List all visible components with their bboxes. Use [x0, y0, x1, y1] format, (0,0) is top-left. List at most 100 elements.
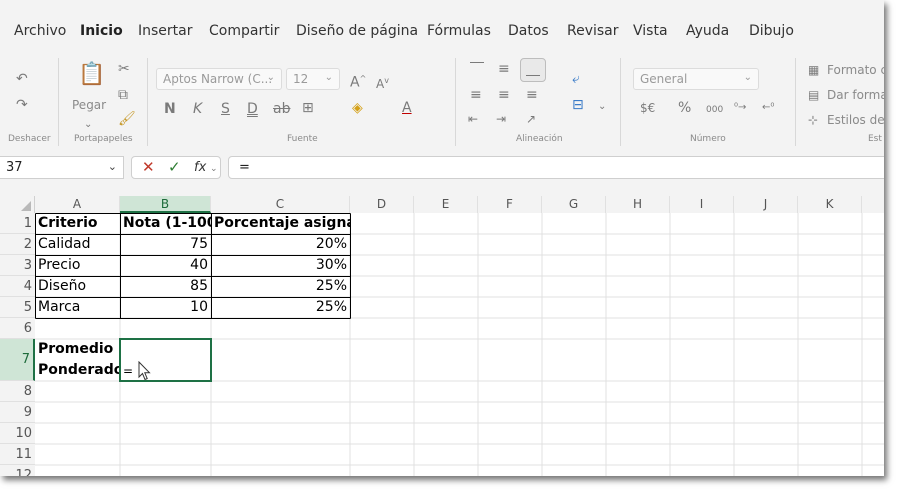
increase-indent-icon[interactable]: ⇥: [496, 112, 506, 126]
align-right-icon[interactable]: ≡: [526, 88, 538, 102]
cell-a3[interactable]: Precio: [35, 255, 120, 276]
font-size-dropdown[interactable]: 12 ⌄: [286, 68, 340, 90]
column-header-f[interactable]: F: [478, 196, 542, 213]
cell-a7-line2[interactable]: Ponderado: [35, 360, 120, 381]
tab-compartir[interactable]: Compartir: [209, 23, 279, 39]
chevron-down-icon[interactable]: ⌄: [84, 118, 92, 132]
row-header-5[interactable]: 5: [0, 297, 35, 318]
row-header-9[interactable]: 9: [0, 402, 35, 423]
row-header-2[interactable]: 2: [0, 234, 35, 255]
cell-b2[interactable]: 75: [120, 234, 211, 255]
font-name-dropdown[interactable]: Aptos Narrow (C... ⌄: [156, 68, 282, 90]
tab-formulas[interactable]: Fórmulas: [427, 23, 491, 39]
align-center-icon[interactable]: ≡: [498, 88, 510, 102]
column-header-e[interactable]: E: [414, 196, 478, 213]
row-header-3[interactable]: 3: [0, 255, 35, 276]
cell-a2[interactable]: Calidad: [35, 234, 120, 255]
insert-function-button[interactable]: fx: [194, 161, 206, 175]
increase-font-icon[interactable]: A^: [350, 72, 366, 90]
cell-c1[interactable]: Porcentaje asignado: [211, 213, 350, 234]
cell-styles-button[interactable]: Estilos de c: [827, 113, 884, 127]
row-header-10[interactable]: 10: [0, 423, 35, 444]
paste-icon[interactable]: 📋: [78, 64, 105, 86]
row-header-6[interactable]: 6: [0, 318, 35, 339]
currency-button[interactable]: $€: [640, 101, 655, 115]
cell-c3[interactable]: 30%: [211, 255, 350, 276]
tab-dibujo[interactable]: Dibujo: [749, 23, 794, 39]
tab-diseno-pagina[interactable]: Diseño de página: [296, 23, 418, 39]
column-header-j[interactable]: J: [734, 196, 798, 213]
row-header-1[interactable]: 1: [0, 213, 35, 234]
align-top-icon[interactable]: ⎺: [470, 62, 484, 76]
percent-button[interactable]: %: [678, 101, 691, 115]
conditional-format-button[interactable]: Formato c: [827, 63, 884, 77]
copy-icon[interactable]: ⧉: [118, 88, 128, 102]
cell-b3[interactable]: 40: [120, 255, 211, 276]
cell-a1[interactable]: Criterio: [35, 213, 120, 234]
wrap-text-icon[interactable]: ⤶: [572, 72, 580, 86]
align-middle-icon[interactable]: ≡: [498, 62, 510, 76]
format-as-table-button[interactable]: Dar format: [827, 88, 884, 102]
decrease-font-icon[interactable]: Av: [376, 74, 389, 91]
thousands-button[interactable]: 000: [706, 103, 723, 117]
row-header-8[interactable]: 8: [0, 381, 35, 402]
enter-icon[interactable]: ✓: [168, 160, 181, 175]
font-color-icon[interactable]: A: [402, 101, 412, 115]
tab-inicio[interactable]: Inicio: [80, 23, 123, 39]
cell-styles-icon[interactable]: ⊹: [808, 113, 818, 127]
underline-button[interactable]: S: [221, 102, 230, 116]
formula-input[interactable]: =: [228, 156, 884, 179]
paste-button[interactable]: Pegar: [72, 98, 106, 112]
row-header-12[interactable]: 12: [0, 465, 35, 476]
row-header-11[interactable]: 11: [0, 444, 35, 465]
cell-b5[interactable]: 10: [120, 297, 211, 318]
cell-c4[interactable]: 25%: [211, 276, 350, 297]
cell-b4[interactable]: 85: [120, 276, 211, 297]
column-header-i[interactable]: I: [670, 196, 734, 213]
tab-insertar[interactable]: Insertar: [138, 23, 193, 39]
conditional-format-icon[interactable]: ▦: [808, 63, 819, 77]
align-left-icon[interactable]: ≡: [470, 88, 482, 102]
column-header-k[interactable]: K: [798, 196, 862, 213]
undo-icon[interactable]: ↶: [16, 72, 28, 86]
select-all-corner[interactable]: [0, 196, 35, 213]
column-header-h[interactable]: H: [606, 196, 670, 213]
cell-a7-line1[interactable]: Promedio: [35, 339, 120, 360]
column-header-b[interactable]: B: [120, 196, 211, 213]
tab-vista[interactable]: Vista: [633, 23, 668, 39]
tab-ayuda[interactable]: Ayuda: [686, 23, 729, 39]
increase-decimal-icon[interactable]: ⁰→: [734, 101, 746, 115]
chevron-down-icon[interactable]: ⌄: [598, 100, 606, 114]
decrease-indent-icon[interactable]: ⇤: [468, 112, 478, 126]
column-header-a[interactable]: A: [35, 196, 120, 213]
fill-color-icon[interactable]: ◈: [352, 101, 363, 115]
chevron-down-icon[interactable]: ⌄: [210, 162, 218, 176]
row-header-4[interactable]: 4: [0, 276, 35, 297]
name-box[interactable]: 37 ⌄: [0, 156, 124, 179]
format-table-icon[interactable]: ▤: [808, 88, 819, 102]
row-header-7[interactable]: 7: [0, 339, 35, 381]
decrease-decimal-icon[interactable]: ←⁰: [762, 101, 774, 115]
tab-archivo[interactable]: Archivo: [14, 23, 66, 39]
bold-button[interactable]: N: [164, 102, 176, 116]
format-painter-icon[interactable]: 🖌: [118, 112, 136, 126]
column-header-partial[interactable]: [862, 196, 884, 213]
orientation-icon[interactable]: ↗: [526, 112, 536, 126]
cell-b1[interactable]: Nota (1-100): [120, 213, 211, 234]
column-header-g[interactable]: G: [542, 196, 606, 213]
active-cell-b7[interactable]: =: [119, 338, 212, 382]
column-header-c[interactable]: C: [211, 196, 350, 213]
cancel-icon[interactable]: ✕: [142, 160, 155, 175]
tab-revisar[interactable]: Revisar: [567, 23, 619, 39]
cell-a5[interactable]: Marca: [35, 297, 120, 318]
double-underline-icon[interactable]: D: [247, 102, 258, 116]
cell-area[interactable]: Criterio Nota (1-100) Porcentaje asignad…: [35, 213, 884, 476]
strikethrough-icon[interactable]: ab: [273, 102, 290, 116]
cell-c2[interactable]: 20%: [211, 234, 350, 255]
number-format-dropdown[interactable]: General ⌄: [633, 68, 759, 90]
cut-icon[interactable]: ✂: [118, 62, 130, 76]
borders-icon[interactable]: ⊞: [302, 101, 314, 115]
redo-icon[interactable]: ↷: [16, 98, 28, 112]
align-bottom-icon[interactable]: ⎽: [520, 58, 546, 82]
tab-datos[interactable]: Datos: [508, 23, 549, 39]
